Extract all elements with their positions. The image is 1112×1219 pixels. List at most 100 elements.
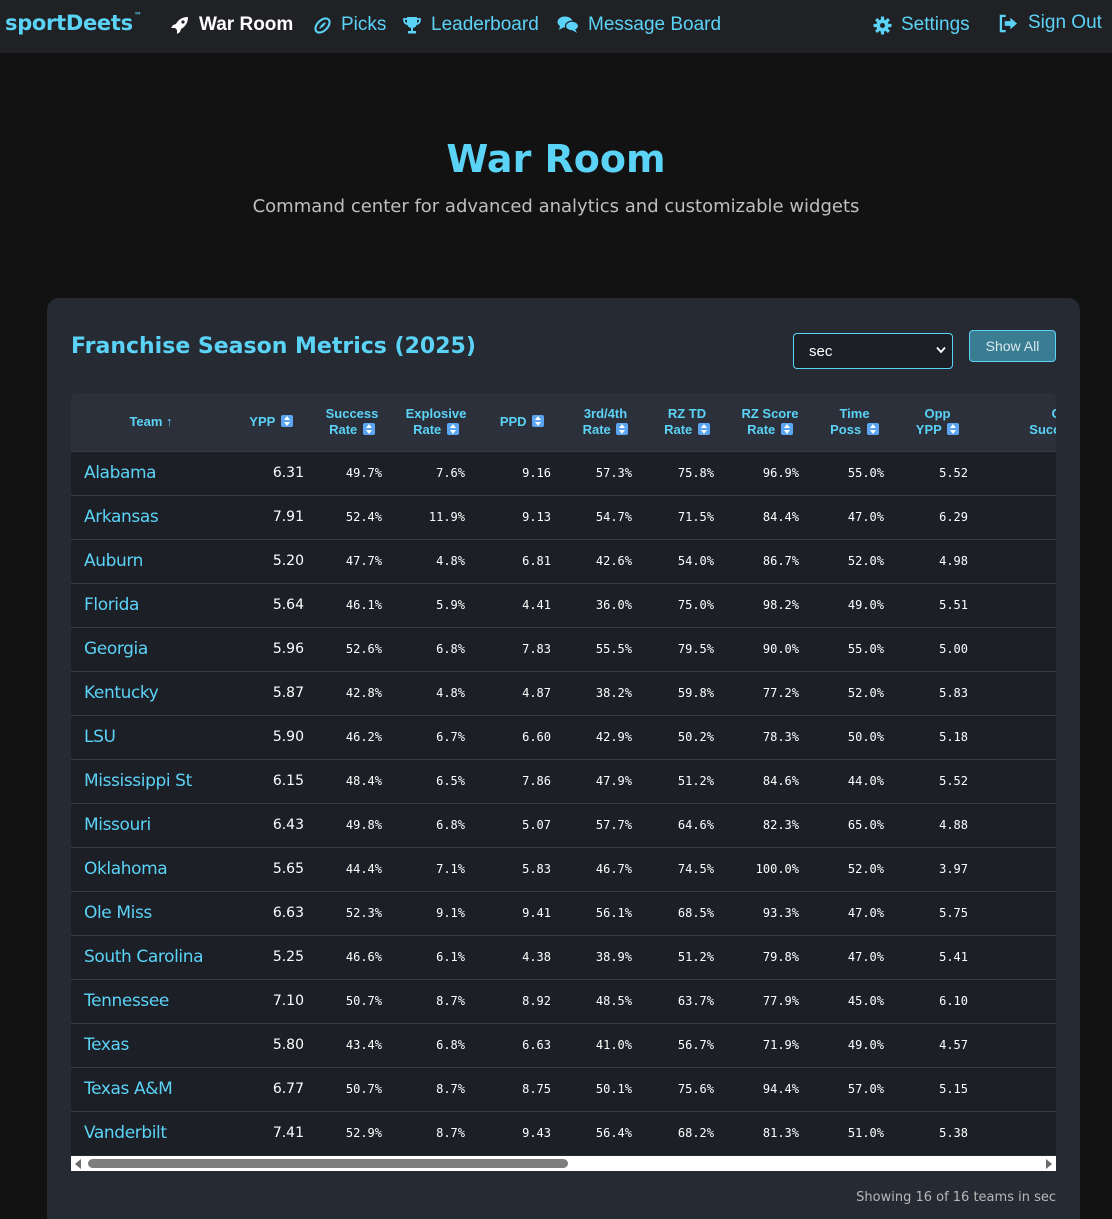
column-header[interactable]: OppSuccess: [978, 393, 1056, 451]
column-header[interactable]: Success Rate: [311, 393, 393, 451]
nav-item-picks[interactable]: Picks: [313, 12, 386, 38]
horizontal-scrollbar[interactable]: [71, 1156, 1056, 1171]
table-cell: 68.5%: [677, 906, 714, 920]
team-name-link[interactable]: Auburn: [71, 539, 231, 583]
sort-icon[interactable]: [532, 414, 545, 427]
table-cell: 5.51: [939, 598, 968, 612]
team-name-link[interactable]: Texas A&M: [71, 1067, 231, 1111]
team-name-link[interactable]: Florida: [71, 583, 231, 627]
column-header[interactable]: 3rd/4th Rate: [565, 393, 646, 451]
sort-icon[interactable]: [280, 414, 293, 427]
scroll-left-arrow-icon[interactable]: [75, 1159, 81, 1169]
table-cell: 4.38: [522, 950, 551, 964]
nav-sign-out[interactable]: Sign Out: [998, 10, 1102, 36]
table-row[interactable]: Auburn 5.20 47.7% 4.8% 6.81 42.6% 54.0% 86.7% 52…: [71, 539, 1056, 583]
table-cell: 77.9%: [762, 994, 799, 1008]
table-cell: 52.0%: [847, 554, 884, 568]
team-name-link[interactable]: Texas: [71, 1023, 231, 1067]
table-cell: 56.1%: [595, 906, 632, 920]
table-cell: 54.0%: [677, 554, 714, 568]
column-header[interactable]: Time Poss: [812, 393, 897, 451]
chevron-down-icon: [936, 346, 946, 354]
table-cell: 44.0%: [978, 935, 1056, 979]
team-name-link[interactable]: Alabama: [71, 451, 231, 495]
column-header[interactable]: RZ Score Rate: [728, 393, 812, 451]
sort-icon[interactable]: [362, 422, 375, 435]
team-name-link[interactable]: Oklahoma: [71, 847, 231, 891]
table-cell: 55.0%: [847, 466, 884, 480]
table-row[interactable]: Florida 5.64 46.1% 5.9% 4.41 36.0% 75.0% 98.2% 4…: [71, 583, 1056, 627]
table-row[interactable]: Missouri 6.43 49.8% 6.8% 5.07 57.7% 64.6% 82.3%…: [71, 803, 1056, 847]
sort-icon[interactable]: [947, 422, 960, 435]
team-name-link[interactable]: South Carolina: [71, 935, 231, 979]
table-row[interactable]: Tennessee 7.10 50.7% 8.7% 8.92 48.5% 63.7% 77.9…: [71, 979, 1056, 1023]
table-cell: 37.6%: [978, 803, 1056, 847]
team-name-link[interactable]: Mississippi St: [71, 759, 231, 803]
team-name-link[interactable]: Tennessee: [71, 979, 231, 1023]
scroll-right-arrow-icon[interactable]: [1046, 1159, 1052, 1169]
team-name-link[interactable]: Ole Miss: [71, 891, 231, 935]
table-row[interactable]: Vanderbilt 7.41 52.9% 8.7% 9.43 56.4% 68.2% 81.…: [71, 1111, 1056, 1155]
column-header[interactable]: PPD: [479, 393, 565, 451]
table-body: Alabama 6.31 49.7% 7.6% 9.16 57.3% 75.8% 96.9% 5…: [71, 451, 1056, 1155]
table-cell: 84.6%: [762, 774, 799, 788]
table-row[interactable]: Texas 5.80 43.4% 6.8% 6.63 41.0% 56.7% 71.9% 49.…: [71, 1023, 1056, 1067]
column-header[interactable]: Opp YPP: [897, 393, 978, 451]
table-cell: 7.83: [522, 642, 551, 656]
table-row[interactable]: Oklahoma 5.65 44.4% 7.1% 5.83 46.7% 74.5% 100.0…: [71, 847, 1056, 891]
table-row[interactable]: South Carolina 5.25 46.6% 6.1% 4.38 38.9% 51.2…: [71, 935, 1056, 979]
nav-settings[interactable]: Settings: [873, 12, 970, 38]
table-cell: 42.8%: [345, 686, 382, 700]
table-cell: 7.10: [272, 993, 304, 1009]
column-header[interactable]: Team ↑: [71, 393, 231, 451]
table-cell: 78.3%: [762, 730, 799, 744]
team-name-link[interactable]: Arkansas: [71, 495, 231, 539]
team-name-link[interactable]: Georgia: [71, 627, 231, 671]
table-row[interactable]: Kentucky 5.87 42.8% 4.8% 4.87 38.2% 59.8% 77.2%…: [71, 671, 1056, 715]
table-cell: 41.9%: [978, 1067, 1056, 1111]
table-cell: 6.63: [522, 1038, 551, 1052]
column-header[interactable]: YPP: [231, 393, 311, 451]
brand-name[interactable]: sportDeets: [5, 11, 133, 35]
table-cell: 94.4%: [762, 1082, 799, 1096]
table-cell: 5.38: [939, 1126, 968, 1141]
column-header[interactable]: RZ TD Rate: [646, 393, 728, 451]
table-row[interactable]: Georgia 5.96 52.6% 6.8% 7.83 55.5% 79.5% 90.0% 5…: [71, 627, 1056, 671]
table-cell: 86.7%: [762, 554, 799, 568]
table-cell: 5.80: [272, 1037, 304, 1053]
sort-icon[interactable]: [616, 422, 629, 435]
conference-select[interactable]: sec: [793, 333, 953, 369]
table-row[interactable]: Arkansas 7.91 52.4% 11.9% 9.13 54.7% 71.5% 84.4…: [71, 495, 1056, 539]
table-cell: 6.77: [272, 1081, 304, 1097]
table-cell: 38.9%: [595, 950, 632, 964]
table-row[interactable]: Texas A&M 6.77 50.7% 8.7% 8.75 50.1% 75.6% 94.4…: [71, 1067, 1056, 1111]
nav-item-war-room[interactable]: War Room: [170, 12, 293, 38]
team-name-link[interactable]: Vanderbilt: [71, 1111, 231, 1155]
table-cell: 6.10: [939, 994, 968, 1008]
sort-icon[interactable]: [697, 422, 710, 435]
sort-icon[interactable]: [866, 422, 879, 435]
scrollbar-thumb[interactable]: [88, 1159, 568, 1168]
nav-item-message-board[interactable]: Message Board: [557, 12, 721, 38]
table-row[interactable]: LSU 5.90 46.2% 6.7% 6.60 42.9% 50.2% 78.3% 50.0%…: [71, 715, 1056, 759]
sort-icon[interactable]: [780, 422, 793, 435]
table-row[interactable]: Mississippi St 6.15 48.4% 6.5% 7.86 47.9% 51.2…: [71, 759, 1056, 803]
table-cell: 47.0%: [847, 906, 884, 920]
table-cell: 71.9%: [762, 1038, 799, 1052]
table-row[interactable]: Alabama 6.31 49.7% 7.6% 9.16 57.3% 75.8% 96.9% 5…: [71, 451, 1056, 495]
table-cell: 45.0%: [847, 994, 884, 1008]
show-all-button[interactable]: Show All: [969, 330, 1056, 362]
table-cell: 4.41: [522, 598, 551, 612]
team-name-link[interactable]: Missouri: [71, 803, 231, 847]
nav-item-leaderboard[interactable]: Leaderboard: [402, 12, 539, 38]
column-header[interactable]: Explosive Rate: [393, 393, 479, 451]
column-header-label: Rate: [664, 421, 693, 437]
team-name-link[interactable]: Kentucky: [71, 671, 231, 715]
table-cell: 63.7%: [677, 994, 714, 1008]
brand-logo[interactable]: sportDeets™: [5, 11, 142, 35]
table-row[interactable]: Ole Miss 6.63 52.3% 9.1% 9.41 56.1% 68.5% 93.3%…: [71, 891, 1056, 935]
column-header-label: YPP: [249, 413, 276, 429]
table-cell: 74.5%: [677, 862, 714, 876]
sort-icon[interactable]: [446, 422, 459, 435]
team-name-link[interactable]: LSU: [71, 715, 231, 759]
